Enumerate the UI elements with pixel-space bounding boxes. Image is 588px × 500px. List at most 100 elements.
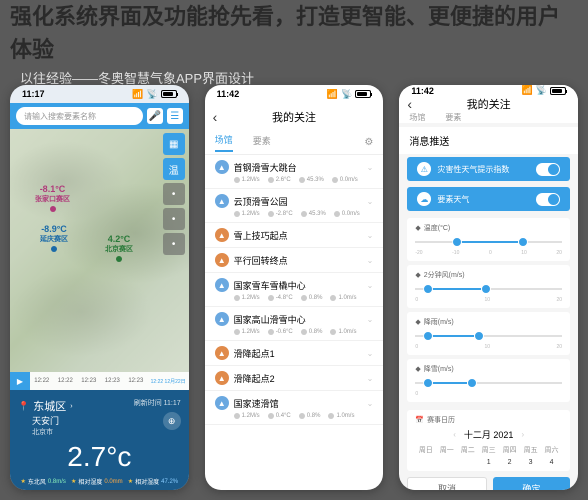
chevron-down-icon[interactable]: ⌄ — [367, 349, 374, 358]
chevron-down-icon[interactable]: ⌄ — [367, 197, 374, 206]
venue-icon: ▲ — [215, 253, 229, 267]
chevron-down-icon[interactable]: ⌄ — [367, 399, 374, 408]
calendar-day[interactable]: 1 — [482, 459, 496, 466]
range-slider-block: ◆温度(°C) -20-1001020 — [407, 218, 570, 261]
timeline-ticks: 12:22 12:22 12:23 12:23 12:23 — [30, 378, 148, 384]
venue-name: 国家速滑馆 — [234, 397, 279, 410]
chevron-down-icon[interactable]: ⌄ — [367, 231, 374, 240]
map-toolbar: ▦ 温 • • • — [163, 133, 185, 255]
timeline-scrubber[interactable]: ▶ 12:22 12:22 12:23 12:23 12:23 12:22 12… — [10, 372, 189, 390]
prev-month-button[interactable]: ‹ — [453, 430, 456, 439]
range-slider[interactable] — [415, 329, 562, 343]
status-time: 11:42 — [217, 89, 240, 99]
action-buttons: 取消 确定 — [407, 477, 570, 490]
range-slider-block: ◆2分钟风(m/s)01020 — [407, 265, 570, 308]
slider-icon: ◆ — [415, 224, 420, 232]
back-button[interactable]: ‹ — [213, 109, 218, 125]
venue-list-item[interactable]: ▲雪上技巧起点⌄ — [205, 223, 384, 248]
status-bar: 11:42 📶 📡 — [399, 85, 578, 96]
calendar-day — [461, 459, 475, 466]
menu-icon[interactable]: ☰ — [167, 108, 183, 124]
slider-label: ◆降雪(m/s) — [415, 364, 562, 374]
slider-thumb-low[interactable] — [452, 237, 462, 247]
venue-stats: 1.2M/s-2.8°C45.3%0.0m/s — [234, 211, 374, 217]
map-marker[interactable]: -8.1°C 张家口赛区 — [35, 184, 70, 212]
location-icon: 📍 — [18, 401, 29, 412]
toggle-row-element[interactable]: ☁ 要素天气 — [407, 187, 570, 211]
tab-venues[interactable]: 场馆 — [215, 133, 233, 152]
slider-thumb-high[interactable] — [467, 378, 477, 388]
next-month-button[interactable]: › — [521, 430, 524, 439]
play-button[interactable]: ▶ — [10, 372, 30, 390]
settings-icon[interactable]: ⚙ — [364, 137, 373, 148]
tab-elements[interactable]: 要素 — [445, 112, 461, 123]
venue-icon: ▲ — [215, 312, 229, 326]
venue-list-item[interactable]: ▲国家高山滑雪中心⌄1.2M/s-0.6°C0.8%1.0m/s — [205, 307, 384, 341]
calendar-day[interactable]: 4 — [545, 459, 559, 466]
slider-thumb-high[interactable] — [481, 284, 491, 294]
range-slider-block: ◆降雪(m/s)0 — [407, 359, 570, 402]
map-marker[interactable]: -8.9°C 延庆赛区 — [40, 224, 68, 252]
venue-icon: ▲ — [215, 346, 229, 360]
toggle-switch[interactable] — [536, 163, 560, 176]
slider-label: ◆温度(°C) — [415, 223, 562, 233]
battery-icon — [161, 90, 177, 98]
range-slider[interactable] — [415, 282, 562, 296]
layer-option[interactable]: • — [163, 208, 185, 230]
slider-thumb-high[interactable] — [474, 331, 484, 341]
search-bar: 请输入搜索要素名称 🎤 ☰ — [10, 103, 189, 129]
layer-button[interactable]: ▦ — [163, 133, 185, 155]
range-slider[interactable] — [415, 376, 562, 390]
slider-thumb-low[interactable] — [423, 378, 433, 388]
city-name: 北京市 — [32, 427, 181, 437]
venue-list-item[interactable]: ▲云顶滑雪公园⌄1.2M/s-2.8°C45.3%0.0m/s — [205, 189, 384, 223]
venue-list-item[interactable]: ▲滑降起点1⌄ — [205, 341, 384, 366]
slider-thumb-high[interactable] — [518, 237, 528, 247]
slider-scale: -20-1001020 — [415, 250, 562, 256]
temp-layer-button[interactable]: 温 — [163, 158, 185, 180]
venue-name: 雪上技巧起点 — [234, 229, 288, 242]
cloud-icon: ☁ — [417, 192, 431, 206]
chevron-down-icon[interactable]: ⌄ — [367, 374, 374, 383]
signal-icon: 📶 — [522, 85, 533, 96]
confirm-button[interactable]: 确定 — [493, 477, 570, 490]
chevron-down-icon[interactable]: ⌄ — [367, 163, 374, 172]
slider-thumb-low[interactable] — [423, 331, 433, 341]
chevron-down-icon[interactable]: ⌄ — [367, 315, 374, 324]
venue-list-item[interactable]: ▲滑降起点2⌄ — [205, 366, 384, 391]
tab-elements[interactable]: 要素 — [253, 134, 271, 151]
calendar-day[interactable]: 2 — [503, 459, 517, 466]
back-button[interactable]: ‹ — [407, 96, 412, 112]
search-input[interactable]: 请输入搜索要素名称 — [16, 107, 143, 125]
tab-venues[interactable]: 场馆 — [409, 112, 425, 123]
calendar-day[interactable]: 3 — [524, 459, 538, 466]
slider-label: ◆降雨(m/s) — [415, 317, 562, 327]
calendar-block: 📅赛事日历 ‹ 十二月 2021 › 周日周一周二周三周四周五周六 1234 — [407, 410, 570, 471]
toggle-switch[interactable] — [536, 193, 560, 206]
signal-icon: 📶 — [327, 89, 338, 100]
weekday-label: 周一 — [440, 445, 454, 455]
toggle-row-hazard[interactable]: ⚠ 灾害性天气提示指数 — [407, 157, 570, 181]
venue-list-item[interactable]: ▲首钢滑雪大跳台⌄1.2M/s2.6°C45.3%0.0m/s — [205, 155, 384, 189]
chevron-down-icon[interactable]: ⌄ — [367, 281, 374, 290]
cancel-button[interactable]: 取消 — [407, 477, 486, 490]
venue-icon: ▲ — [215, 396, 229, 410]
venue-name: 滑降起点2 — [234, 372, 275, 385]
wifi-icon: 📡 — [146, 89, 157, 100]
layer-option[interactable]: • — [163, 233, 185, 255]
layer-option[interactable]: • — [163, 183, 185, 205]
venue-list-item[interactable]: ▲平行回转终点⌄ — [205, 248, 384, 273]
venue-list-item[interactable]: ▲国家速滑馆⌄1.2M/s0.4°C0.8%1.0m/s — [205, 391, 384, 425]
venue-name: 国家高山滑雪中心 — [234, 313, 306, 326]
chevron-down-icon[interactable]: ⌄ — [367, 256, 374, 265]
venue-icon: ▲ — [215, 160, 229, 174]
venue-list-item[interactable]: ▲国家雪车雪橇中心⌄1.2M/s-4.8°C0.8%1.0m/s — [205, 273, 384, 307]
range-slider[interactable] — [415, 235, 562, 249]
spot-name: 天安门 — [32, 414, 59, 427]
voice-icon[interactable]: 🎤 — [147, 108, 163, 124]
venue-list[interactable]: ▲首钢滑雪大跳台⌄1.2M/s2.6°C45.3%0.0m/s▲云顶滑雪公园⌄1… — [205, 155, 384, 490]
slider-thumb-low[interactable] — [423, 284, 433, 294]
map-marker[interactable]: 4.2°C 北京赛区 — [105, 234, 133, 262]
weekday-label: 周二 — [461, 445, 475, 455]
weather-map[interactable]: -8.1°C 张家口赛区 -8.9°C 延庆赛区 4.2°C 北京赛区 ▦ 温 … — [10, 129, 189, 390]
